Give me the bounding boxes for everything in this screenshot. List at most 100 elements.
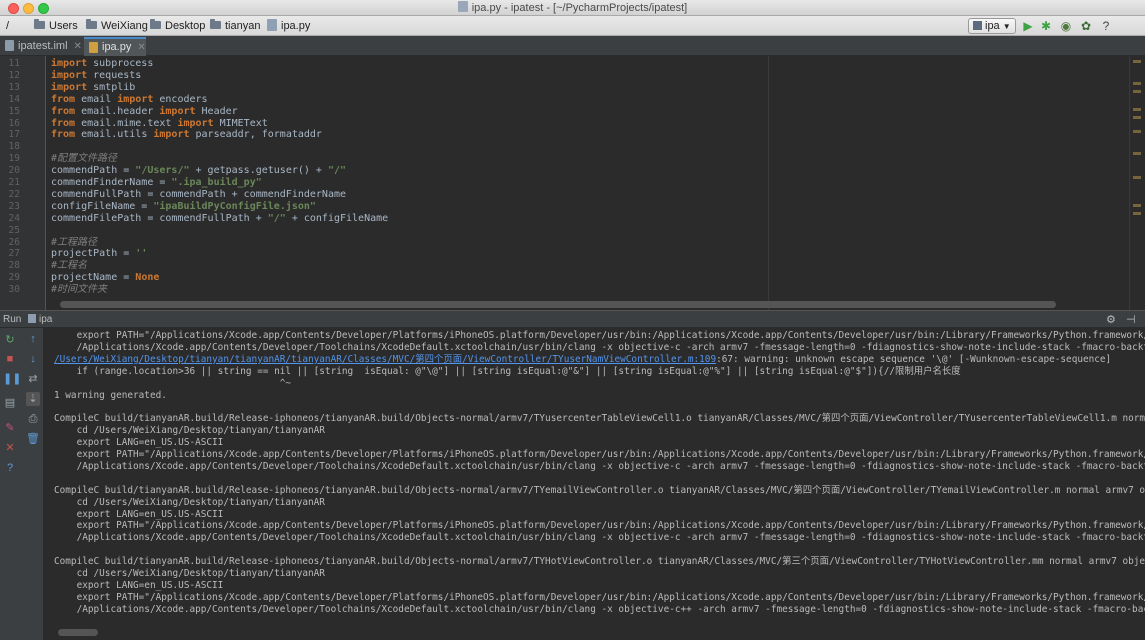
folder-icon bbox=[150, 19, 161, 29]
down-arrow-icon[interactable]: ↓ bbox=[26, 352, 40, 366]
breadcrumb-desktop[interactable]: Desktop bbox=[150, 19, 205, 33]
debug-icon[interactable]: ✱ bbox=[1039, 19, 1053, 33]
warning-marker[interactable] bbox=[1133, 204, 1141, 207]
console-line: CompileC build/tianyanAR.build/Release-i… bbox=[54, 413, 1145, 425]
help-icon[interactable]: ? bbox=[3, 461, 17, 475]
trash-icon[interactable]: 🗑 bbox=[26, 432, 40, 446]
code-line[interactable]: commendFullPath = commendPath + commendF… bbox=[46, 189, 346, 201]
warning-marker[interactable] bbox=[1133, 82, 1141, 85]
code-line[interactable]: from email.header import Header bbox=[46, 106, 238, 118]
warning-message: :67: warning: unknown escape sequence '\… bbox=[716, 353, 1112, 365]
code-line[interactable]: #时间文件夹 bbox=[46, 284, 107, 296]
code-line[interactable]: commendPath = "/Users/" + getpass.getuse… bbox=[46, 165, 346, 177]
line-number: 13 bbox=[8, 81, 20, 93]
coverage-icon[interactable]: ◉ bbox=[1059, 19, 1073, 33]
code-line[interactable]: configFileName = "ipaBuildPyConfigFile.j… bbox=[46, 201, 316, 213]
console-text: /Applications/Xcode.app/Contents/Develop… bbox=[54, 341, 1145, 353]
profile-icon[interactable]: ✿ bbox=[1079, 19, 1093, 33]
code-line[interactable]: #配置文件路径 bbox=[46, 153, 117, 165]
module-file-icon bbox=[5, 40, 14, 51]
code-line[interactable]: projectName = None bbox=[46, 272, 159, 284]
soft-wrap-icon[interactable]: ⇄ bbox=[26, 372, 40, 386]
code-text: #工程名 bbox=[51, 260, 87, 271]
code-line[interactable]: commendFilePath = commendFullPath + "/" … bbox=[46, 213, 388, 225]
breadcrumb-ipa-py[interactable]: ipa.py bbox=[267, 19, 310, 33]
breadcrumb-label: / bbox=[6, 20, 10, 32]
code-line[interactable]: #工程路径 bbox=[46, 237, 97, 249]
code-line[interactable]: from email.mime.text import MIMEText bbox=[46, 118, 268, 130]
code-text: #工程路径 bbox=[51, 237, 97, 248]
tab-ipatest-iml[interactable]: ipatest.iml ✕ bbox=[0, 37, 84, 56]
code-line[interactable]: import requests bbox=[46, 70, 141, 82]
console-text: export PATH="/Applications/Xcode.app/Con… bbox=[76, 591, 1145, 603]
warning-marker[interactable] bbox=[1133, 176, 1141, 179]
code-text: commendFullPath = commendPath + commendF… bbox=[51, 189, 346, 200]
python-file-icon bbox=[267, 19, 277, 31]
close-icon[interactable]: ✕ bbox=[74, 41, 82, 52]
code-line[interactable] bbox=[46, 141, 51, 153]
code-text: configFileName = "ipaBuildPyConfigFile.j… bbox=[51, 201, 316, 212]
console-line: /Applications/Xcode.app/Contents/Develop… bbox=[54, 532, 1145, 544]
up-arrow-icon[interactable]: ↑ bbox=[26, 332, 40, 346]
warning-marker[interactable] bbox=[1133, 116, 1141, 119]
code-text: from email.header import Header bbox=[51, 106, 238, 117]
keyword-token: import bbox=[51, 58, 88, 69]
warning-marker[interactable] bbox=[1133, 130, 1141, 133]
scroll-to-end-icon[interactable]: ⇣ bbox=[26, 392, 40, 406]
tab-ipa-py[interactable]: ipa.py ✕ bbox=[84, 37, 146, 56]
console-text: cd /Users/WeiXiang/Desktop/tianyan/tiany… bbox=[54, 425, 325, 437]
line-number: 22 bbox=[8, 188, 20, 200]
rerun-icon[interactable]: ↻ bbox=[3, 333, 17, 347]
code-line[interactable]: from email import encoders bbox=[46, 94, 208, 106]
line-number: 21 bbox=[8, 177, 20, 188]
code-text: import subprocess bbox=[51, 58, 153, 69]
close-icon[interactable]: ✕ bbox=[137, 42, 145, 53]
close-icon[interactable]: ✕ bbox=[3, 441, 17, 455]
code-line[interactable]: projectPath = '' bbox=[46, 248, 147, 260]
run-icon[interactable]: ▶ bbox=[1021, 19, 1035, 33]
console-text: export LANG=en_US.US-ASCII bbox=[54, 437, 224, 449]
code-area[interactable]: import subprocess import requests import s… bbox=[46, 56, 1129, 310]
help-icon[interactable]: ? bbox=[1099, 19, 1113, 33]
warning-marker[interactable] bbox=[1133, 108, 1141, 111]
run-console-output[interactable]: export PATH="/Applications/Xcode.app/Con… bbox=[44, 328, 1145, 640]
code-line[interactable]: from email.utils import parseaddr, forma… bbox=[46, 129, 322, 141]
console-text: cd /Users/WeiXiang/Desktop/tianyan/tiany… bbox=[54, 496, 325, 508]
breadcrumb-root[interactable]: / bbox=[6, 19, 9, 33]
code-text: projectPath = '' bbox=[51, 248, 147, 259]
hide-panel-icon[interactable]: ⊣ bbox=[1126, 313, 1136, 326]
code-text: projectName = None bbox=[51, 272, 159, 283]
warning-marker[interactable] bbox=[1133, 212, 1141, 215]
code-line[interactable] bbox=[46, 225, 51, 237]
stop-icon[interactable]: ■ bbox=[3, 352, 17, 366]
line-number: 29 bbox=[8, 272, 20, 284]
gear-icon[interactable]: ⚙ bbox=[1106, 313, 1116, 326]
pause-icon[interactable]: ❚❚ bbox=[3, 372, 21, 386]
breadcrumb-weixiang[interactable]: WeiXiang bbox=[86, 19, 148, 33]
print-icon[interactable]: ⎙ bbox=[26, 412, 40, 426]
horizontal-scrollbar[interactable] bbox=[60, 301, 1056, 308]
console-text: CompileC build/tianyanAR.build/Release-i… bbox=[54, 413, 1145, 425]
run-configuration-dropdown[interactable]: ipa ▼ bbox=[968, 18, 1016, 34]
horizontal-scrollbar[interactable] bbox=[58, 629, 98, 636]
code-line[interactable]: import subprocess bbox=[46, 58, 153, 70]
code-line[interactable]: #工程名 bbox=[46, 260, 87, 272]
breadcrumb-users[interactable]: Users bbox=[34, 19, 78, 33]
warning-marker[interactable] bbox=[1133, 60, 1141, 63]
breadcrumb-tianyan[interactable]: tianyan bbox=[210, 19, 260, 33]
code-line[interactable]: import smtplib bbox=[46, 82, 135, 94]
warning-marker[interactable] bbox=[1133, 90, 1141, 93]
identifier-token: + getpass.getuser() + bbox=[189, 165, 328, 177]
pin-icon[interactable]: ✎ bbox=[3, 421, 17, 435]
keyword-token: from bbox=[51, 93, 76, 105]
run-config-tab[interactable]: ipa bbox=[28, 314, 52, 325]
line-number: 15 bbox=[8, 105, 20, 117]
comment-token: #时间文件夹 bbox=[51, 284, 108, 296]
code-editor[interactable]: 11 12 13 14 15 16 17 18 19 20 21 22 23 24 25 26 27 28 29 30… bbox=[0, 56, 1145, 310]
code-line[interactable]: commendFinderName = ".ipa_build_py" bbox=[46, 177, 262, 189]
console-text: export LANG=en_US.US-ASCII bbox=[54, 579, 224, 591]
dump-threads-icon[interactable]: ▤ bbox=[3, 396, 17, 410]
error-stripe[interactable] bbox=[1129, 56, 1145, 310]
warning-marker[interactable] bbox=[1133, 152, 1141, 155]
source-file-link[interactable]: /Users/WeiXiang/Desktop/tianyan/tianyanA… bbox=[54, 354, 716, 365]
